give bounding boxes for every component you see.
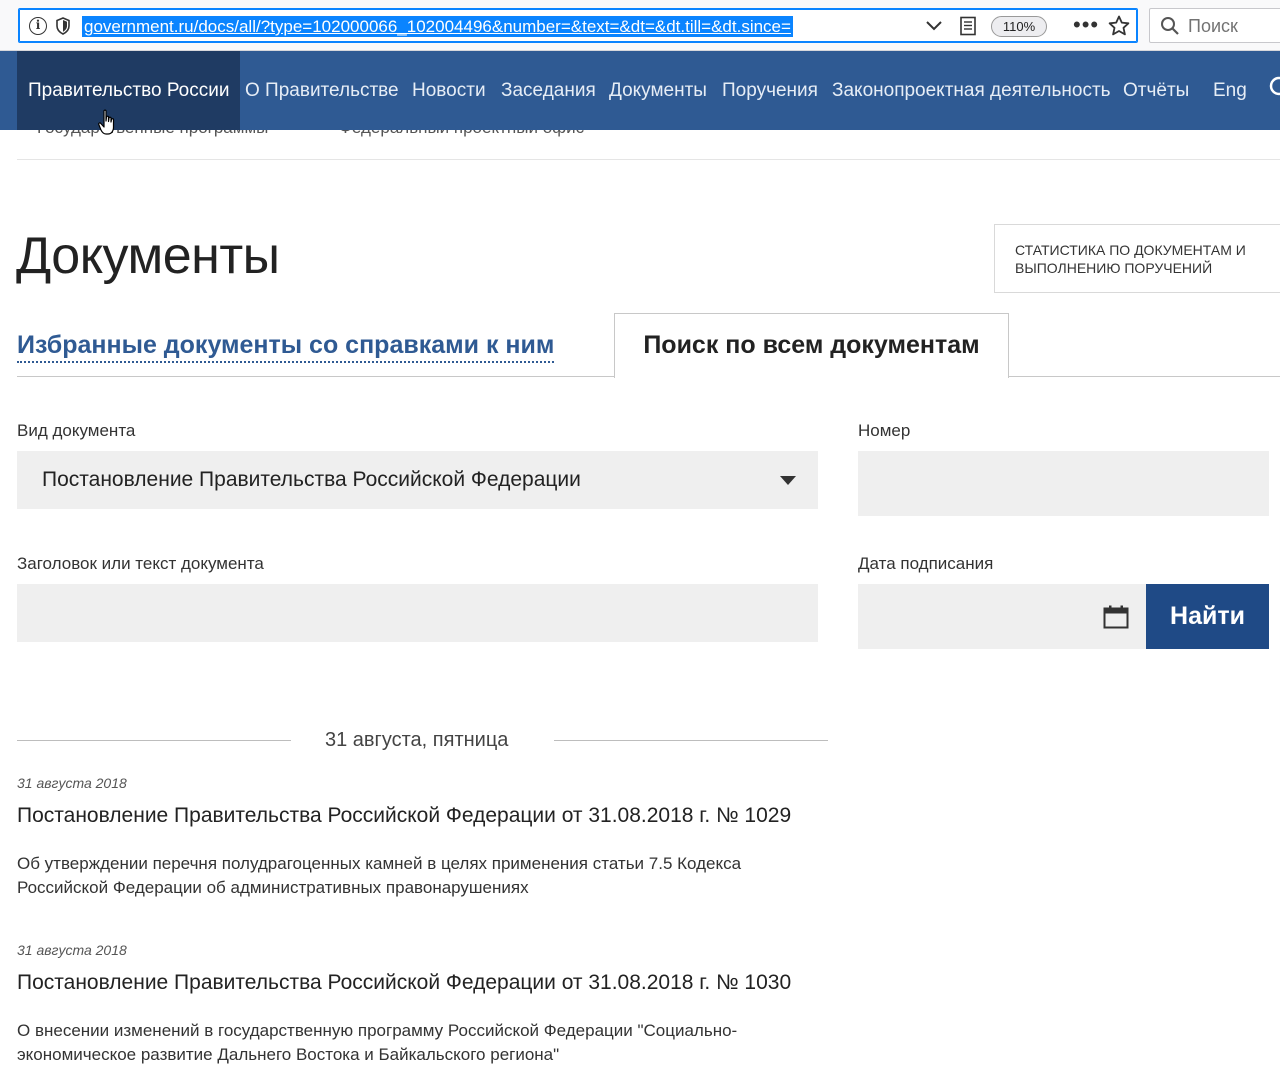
hand-cursor-icon bbox=[98, 109, 115, 135]
day-divider-right bbox=[554, 740, 828, 741]
dropdown-arrow-icon bbox=[780, 476, 796, 485]
address-bar[interactable]: i government.ru/docs/all/?type=102000066… bbox=[18, 8, 1138, 43]
nav-item-reports[interactable]: Отчёты bbox=[1123, 51, 1189, 130]
document-type-value: Постановление Правительства Российской Ф… bbox=[42, 468, 581, 491]
nav-item-legislation[interactable]: Законопроектная деятельность bbox=[832, 51, 1111, 130]
search-placeholder: Поиск bbox=[1188, 16, 1238, 36]
day-divider-left bbox=[17, 740, 291, 741]
text-label: Заголовок или текст документа bbox=[17, 554, 264, 573]
nav-item-english[interactable]: Eng bbox=[1213, 51, 1247, 130]
signing-date-label: Дата подписания bbox=[858, 554, 994, 573]
day-heading: 31 августа, пятница bbox=[325, 729, 509, 751]
tab-search-all-documents[interactable]: Поиск по всем документам bbox=[614, 313, 1009, 378]
number-input[interactable] bbox=[858, 451, 1269, 516]
site-navigation: Правительство России О Правительстве Нов… bbox=[0, 51, 1280, 130]
document-date: 31 августа 2018 bbox=[17, 942, 127, 958]
nav-item-documents[interactable]: Документы bbox=[609, 51, 707, 130]
nav-item-news[interactable]: Новости bbox=[412, 51, 486, 130]
stats-link[interactable]: Статистика по документам и выполнению по… bbox=[994, 224, 1280, 293]
document-type-select[interactable]: Постановление Правительства Российской Ф… bbox=[17, 451, 818, 509]
calendar-icon[interactable] bbox=[1103, 605, 1129, 629]
browser-search-input[interactable]: Поиск bbox=[1149, 8, 1280, 43]
nav-item-government[interactable]: Правительство России bbox=[17, 51, 241, 130]
document-description[interactable]: О внесении изменений в государственную п… bbox=[17, 1019, 797, 1067]
document-date: 31 августа 2018 bbox=[17, 775, 127, 791]
document-description[interactable]: Об утверждении перечня полудрагоценных к… bbox=[17, 852, 797, 900]
text-search-input[interactable] bbox=[17, 584, 818, 642]
tab-favorite-documents[interactable]: Избранные документы со справками к ним bbox=[17, 330, 555, 363]
find-button[interactable]: Найти bbox=[1146, 584, 1269, 649]
document-type-label: Вид документа bbox=[17, 421, 136, 440]
url-text[interactable]: government.ru/docs/all/?type=102000066_1… bbox=[82, 16, 793, 37]
zoom-indicator[interactable]: 110% bbox=[991, 16, 1047, 37]
browser-toolbar: i government.ru/docs/all/?type=102000066… bbox=[0, 0, 1280, 51]
nav-item-instructions[interactable]: Поручения bbox=[722, 51, 818, 130]
page-title: Документы bbox=[16, 227, 280, 285]
search-icon bbox=[1161, 17, 1179, 35]
site-search-icon[interactable] bbox=[1268, 75, 1280, 99]
more-actions-icon[interactable]: ••• bbox=[1073, 14, 1099, 36]
subnav-divider bbox=[17, 159, 1280, 160]
bookmark-star-icon[interactable] bbox=[1107, 14, 1131, 38]
info-icon[interactable]: i bbox=[29, 17, 47, 35]
nav-item-meetings[interactable]: Заседания bbox=[501, 51, 596, 130]
chevron-down-icon[interactable] bbox=[925, 18, 943, 34]
document-title-link[interactable]: Постановление Правительства Российской Ф… bbox=[17, 971, 791, 995]
number-label: Номер bbox=[858, 421, 911, 440]
document-title-link[interactable]: Постановление Правительства Российской Ф… bbox=[17, 804, 791, 828]
reader-view-icon[interactable] bbox=[959, 16, 977, 36]
shield-icon[interactable] bbox=[55, 17, 71, 35]
nav-item-about[interactable]: О Правительстве bbox=[245, 51, 399, 130]
